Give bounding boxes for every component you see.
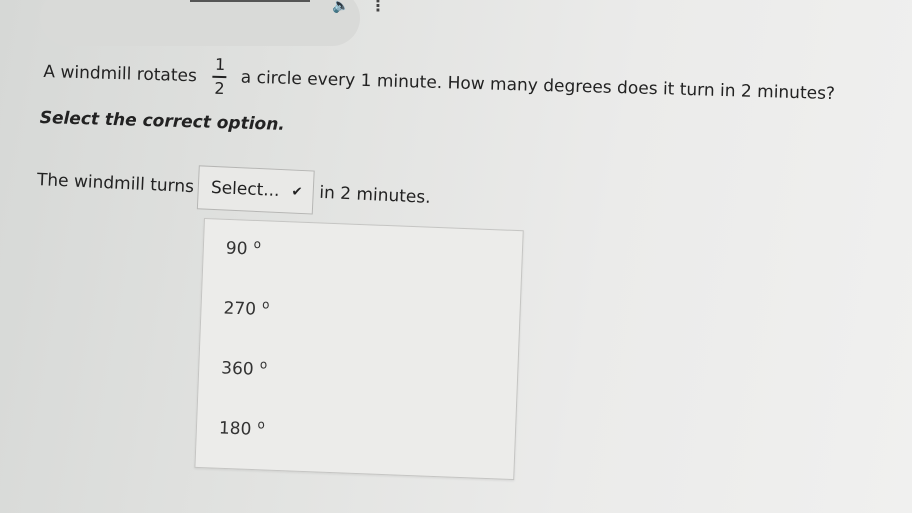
dropdown-options-list: 90 o 270 o 360 o 180 o — [194, 218, 524, 481]
option-360[interactable]: 360 o — [221, 356, 268, 380]
question-prefix: A windmill rotates — [43, 61, 198, 87]
instruction-text: Select the correct option. — [39, 108, 286, 135]
degree-symbol: o — [261, 297, 270, 312]
option-value: 270 — [223, 298, 257, 320]
audio-player: 🔈 ⋮ — [40, 0, 386, 46]
fraction-one-half: 1 2 — [212, 54, 227, 99]
degree-symbol: o — [257, 417, 266, 432]
question-text: A windmill rotates 1 2 a circle every 1 … — [43, 52, 836, 114]
kebab-menu-icon[interactable]: ⋮ — [370, 0, 386, 15]
option-value: 90 — [225, 238, 248, 260]
degree-symbol: o — [259, 357, 268, 372]
answer-suffix: in 2 minutes. — [318, 182, 432, 208]
option-value: 180 — [218, 418, 252, 440]
answer-dropdown[interactable]: Select... ✔ — [196, 165, 315, 215]
option-90[interactable]: 90 o — [225, 236, 261, 260]
question-suffix: a circle every 1 minute. How many degree… — [240, 67, 836, 105]
fraction-denominator: 2 — [214, 78, 225, 99]
dropdown-placeholder: Select... — [210, 177, 280, 201]
option-180[interactable]: 180 o — [219, 416, 266, 440]
fraction-numerator: 1 — [214, 54, 226, 75]
answer-prefix: The windmill turns — [36, 169, 195, 198]
audio-progress-track[interactable] — [190, 0, 310, 2]
answer-sentence: The windmill turns Select... ✔ in 2 minu… — [36, 158, 432, 220]
chevron-down-icon: ✔ — [291, 184, 303, 200]
speaker-icon[interactable]: 🔈 — [332, 0, 349, 14]
fraction-bar — [212, 75, 227, 79]
option-270[interactable]: 270 o — [223, 296, 270, 320]
degree-symbol: o — [253, 236, 262, 252]
option-value: 360 — [220, 358, 255, 380]
